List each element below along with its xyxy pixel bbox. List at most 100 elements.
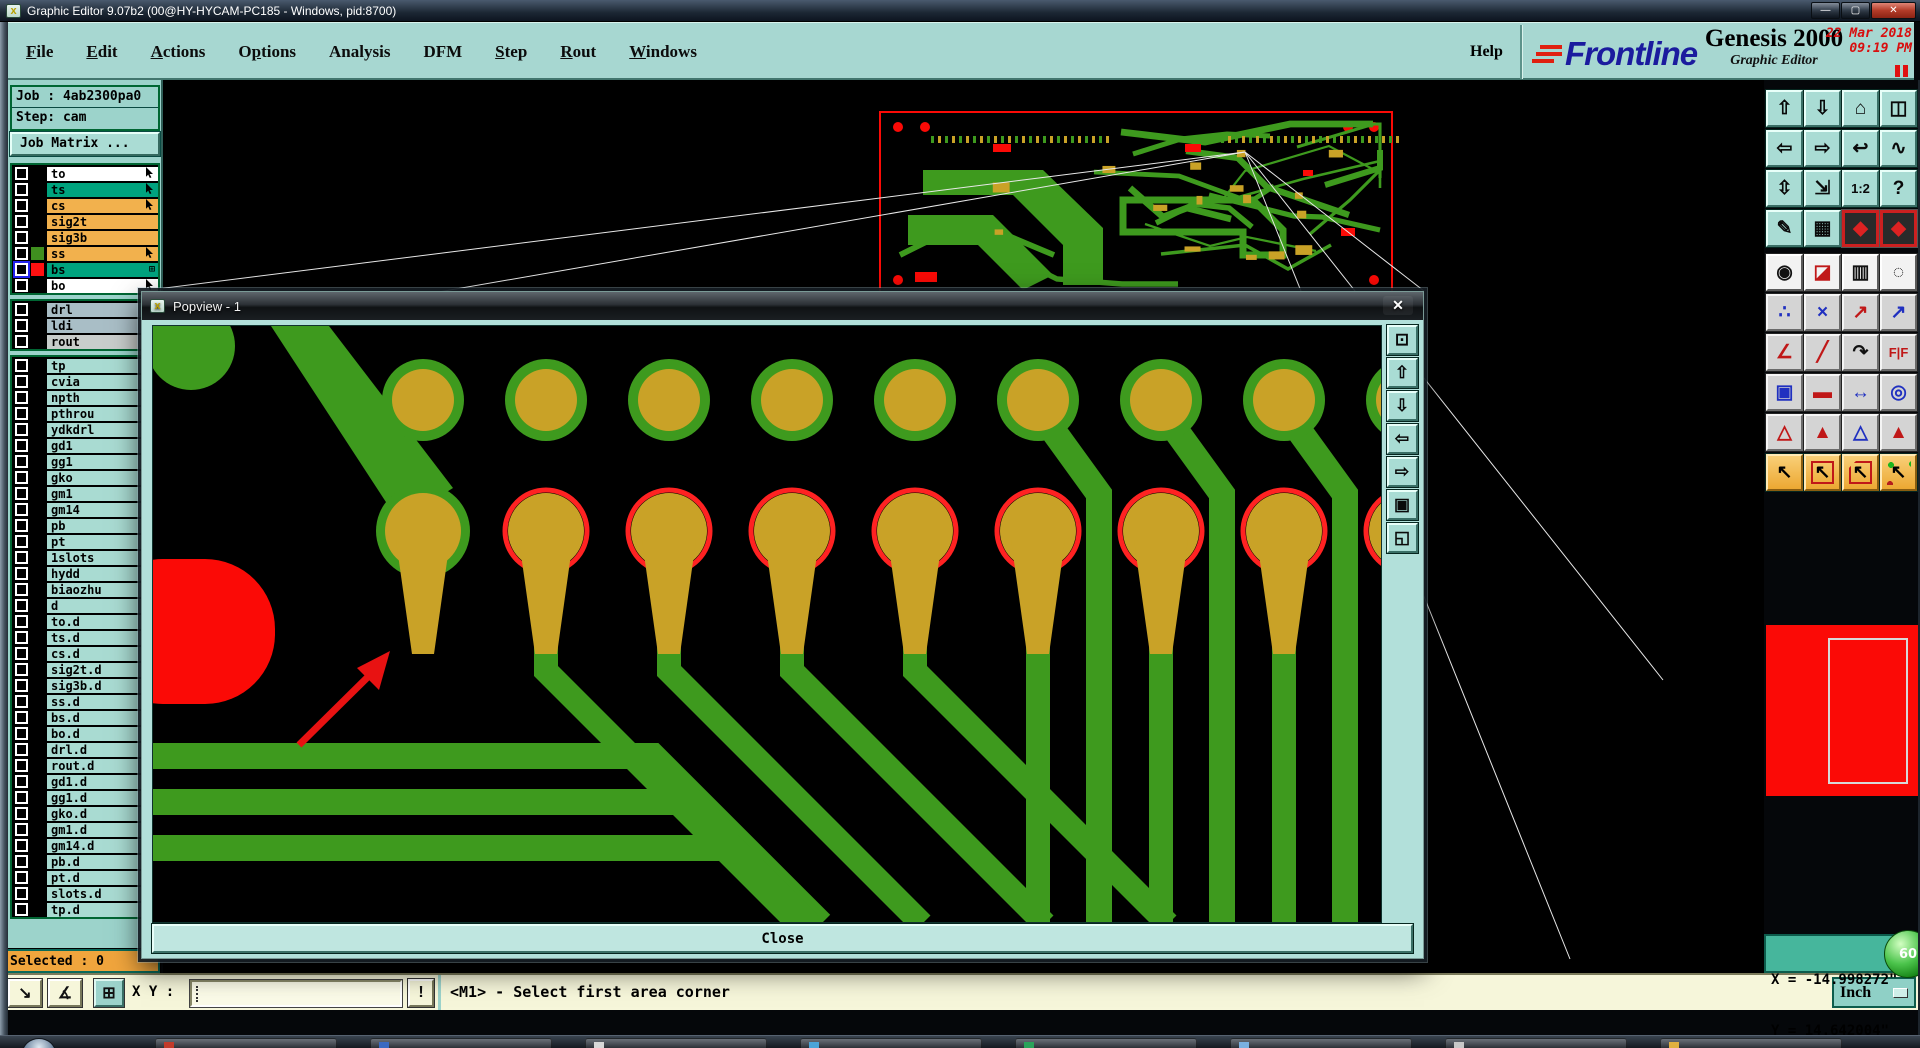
menu-item-windows[interactable]: Windows [629,42,697,62]
navigator-viewport-rect[interactable] [1828,638,1908,784]
layer-checkbox-gg1.d[interactable] [15,790,28,804]
layer-row-sig3b.d[interactable]: sig3b.d [12,677,158,693]
menu-item-file[interactable]: File [26,42,53,62]
layer-checkbox-bs[interactable] [13,260,30,278]
chain-select-button[interactable]: ∴ [1765,293,1804,332]
layer-row-bs.d[interactable]: bs.d [12,709,158,725]
layer-color-swatch[interactable] [31,230,44,244]
layer-row-d[interactable]: d [12,597,158,613]
layer-checkbox-rout[interactable] [15,334,28,348]
measure-dot-button[interactable]: ◉ [1765,253,1804,292]
popview-fit-out-button[interactable]: ◱ [1385,522,1419,554]
layer-color-swatch[interactable] [31,302,44,316]
layer-label[interactable]: ts [47,181,158,197]
layer-color-swatch[interactable] [31,838,44,852]
measure-width-button[interactable]: ↔ [1841,373,1880,412]
popview-close-icon[interactable]: ✕ [1383,296,1413,315]
layer-row-biaozhu[interactable]: biaozhu [12,581,158,597]
layer-checkbox-sig2t[interactable] [15,214,28,228]
start-orb-icon[interactable] [22,1038,56,1048]
copy-vertex-button[interactable]: ↗ [1879,293,1918,332]
fit-expand-button[interactable]: ⇳ [1765,169,1804,208]
popview-canvas[interactable] [152,325,1382,923]
layer-row-rout[interactable]: rout [12,333,158,349]
close-button[interactable]: ✕ [1871,2,1916,19]
layer-color-swatch[interactable] [31,502,44,516]
popview-close-button[interactable]: Close [151,923,1414,954]
previous-view-button[interactable]: ↩ [1841,129,1880,168]
layer-color-swatch[interactable] [31,438,44,452]
layer-color-swatch[interactable] [31,694,44,708]
layer-color-swatch[interactable] [31,406,44,420]
mirror-button[interactable]: F|F [1879,333,1918,372]
menu-item-edit[interactable]: Edit [86,42,117,62]
select-polygon-button[interactable]: ↖ [1841,453,1880,492]
taskbar-button[interactable] [1445,1038,1627,1048]
layer-row-ydkdrl[interactable]: ydkdrl [12,421,158,437]
delete-vertex-button[interactable]: × [1803,293,1842,332]
grid-toggle-button[interactable]: ▦ [1803,209,1842,248]
layer-checkbox-cs.d[interactable] [15,646,28,660]
layer-color-swatch[interactable] [31,614,44,628]
layer-checkbox-sig3b.d[interactable] [15,678,28,692]
layer-color-swatch[interactable] [31,902,44,916]
home-view-button[interactable]: ⌂ [1841,89,1880,128]
layer-row-hydd[interactable]: hydd [12,565,158,581]
taskbar-button[interactable] [585,1038,767,1048]
layer-checkbox-bs.d[interactable] [15,710,28,724]
layer-checkbox-d[interactable] [15,598,28,612]
popview-pan-right-button[interactable]: ⇨ [1385,456,1419,488]
layer-row-pb[interactable]: pb [12,517,158,533]
overlap-shapes-button[interactable]: ◎ [1879,373,1918,412]
setup-tools-button[interactable]: ✎ [1765,209,1804,248]
layer-checkbox-pt[interactable] [15,534,28,548]
select-area-button[interactable]: ↖ [1803,453,1842,492]
layer-color-swatch[interactable] [31,358,44,372]
layer-compare-button[interactable]: ◪ [1803,253,1842,292]
layer-row-npth[interactable]: npth [12,389,158,405]
layer-checkbox-slots.d[interactable] [15,886,28,900]
layer-row-1slots[interactable]: 1slots [12,549,158,565]
pan-right-button[interactable]: ⇨ [1803,129,1842,168]
layer-row-pt[interactable]: pt [12,533,158,549]
move-vertex-button[interactable]: ↗ [1841,293,1880,332]
layer-checkbox-biaozhu[interactable] [15,582,28,596]
layer-checkbox-ts.d[interactable] [15,630,28,644]
layer-color-swatch[interactable] [31,550,44,564]
triangle-mode-1-button[interactable]: △ [1765,413,1804,452]
layer-checkbox-gd1.d[interactable] [15,774,28,788]
layer-row-gg1.d[interactable]: gg1.d [12,789,158,805]
xy-coordinate-input[interactable] [189,979,403,1008]
layer-color-swatch[interactable] [31,246,44,260]
layer-color-swatch[interactable] [31,518,44,532]
layer-label[interactable]: to [47,165,158,181]
layer-checkbox-drl[interactable] [15,302,28,316]
layer-checkbox-sig3b[interactable] [15,230,28,244]
layer-label[interactable]: bs ⊞ [47,261,158,277]
layer-row-slots.d[interactable]: slots.d [12,885,158,901]
layer-row-ts[interactable]: ts [12,181,158,197]
layer-row-gko[interactable]: gko [12,469,158,485]
layer-color-swatch[interactable] [31,166,44,180]
layer-color-swatch[interactable] [31,678,44,692]
layer-row-ts.d[interactable]: ts.d [12,629,158,645]
layer-row-ss[interactable]: ss [12,245,158,261]
layer-checkbox-sig2t.d[interactable] [15,662,28,676]
pause-icon[interactable] [1895,65,1908,77]
layer-row-gd1.d[interactable]: gd1.d [12,773,158,789]
angle-mode-icon[interactable]: ∡ [47,978,83,1008]
layer-color-swatch[interactable] [31,262,44,276]
layer-color-swatch[interactable] [31,774,44,788]
select-pad-button[interactable]: ◌ [1879,253,1918,292]
layer-color-swatch[interactable] [31,710,44,724]
layer-checkbox-ts[interactable] [15,182,28,196]
layer-row-gm1[interactable]: gm1 [12,485,158,501]
popview-popout-view-button[interactable]: ⊡ [1385,324,1419,356]
layer-color-swatch[interactable] [31,534,44,548]
triangle-mode-2-button[interactable]: ▲ [1803,413,1842,452]
layer-row-bo.d[interactable]: bo.d [12,725,158,741]
taskbar-button[interactable] [1660,1038,1842,1048]
layer-row-sig2t.d[interactable]: sig2t.d [12,661,158,677]
menu-item-actions[interactable]: Actions [151,42,206,62]
layer-checkbox-drl.d[interactable] [15,742,28,756]
